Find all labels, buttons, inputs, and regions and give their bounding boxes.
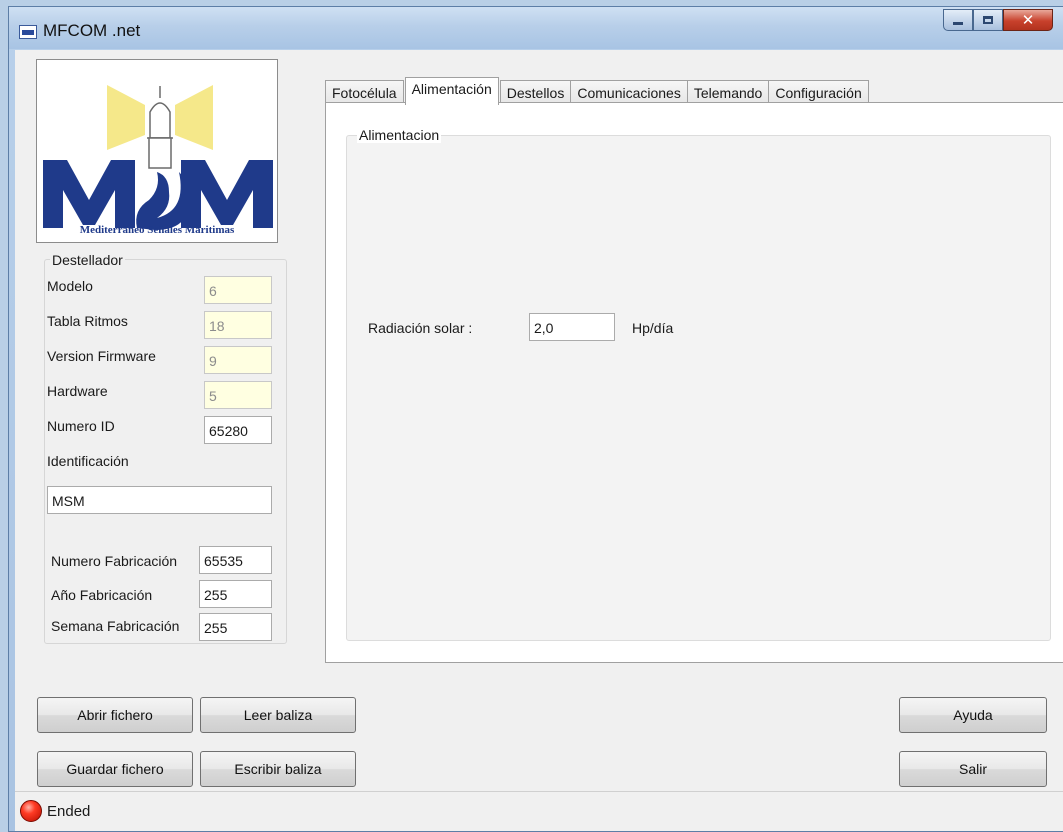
alimentacion-legend: Alimentacion (357, 127, 442, 143)
tab-configuracion[interactable]: Configuración (768, 80, 869, 104)
semana-fabricacion-label: Semana Fabricación (51, 618, 180, 634)
tab-telemando[interactable]: Telemando (686, 80, 770, 104)
modelo-field[interactable]: 6 (204, 276, 272, 304)
abrir-fichero-button[interactable]: Abrir fichero (37, 697, 193, 733)
version-firmware-field[interactable]: 9 (204, 346, 272, 374)
caption-buttons: ✕ (943, 9, 1053, 31)
ayuda-button[interactable]: Ayuda (899, 697, 1047, 733)
main-window: MFCOM .net ✕ Mediterráneo Señales Mariti… (8, 6, 1063, 832)
hardware-field[interactable]: 5 (204, 381, 272, 409)
numero-fabricacion-field[interactable]: 65535 (199, 546, 272, 574)
radiacion-solar-unit: Hp/día (632, 320, 674, 336)
tabla-ritmos-field[interactable]: 18 (204, 311, 272, 339)
client-area: Mediterráneo Señales Maritimas Destellad… (15, 50, 1063, 831)
numero-id-field[interactable]: 65280 (204, 416, 272, 444)
tab-fotocelula[interactable]: Fotocélula (325, 80, 404, 104)
tabla-ritmos-label: Tabla Ritmos (47, 313, 128, 329)
title-bar[interactable]: MFCOM .net ✕ (9, 7, 1063, 49)
logo: Mediterráneo Señales Maritimas (36, 59, 278, 243)
modelo-label: Modelo (47, 278, 93, 294)
alimentacion-group: Alimentacion Radiación solar : 2,0 Hp/dí… (346, 127, 1051, 641)
close-button[interactable]: ✕ (1003, 9, 1053, 31)
destellador-legend: Destellador (50, 252, 125, 268)
semana-fabricacion-field[interactable]: 255 (199, 613, 272, 641)
identificacion-field[interactable]: MSM (47, 486, 272, 514)
tab-comunicaciones[interactable]: Comunicaciones (570, 80, 688, 104)
maximize-button[interactable] (973, 9, 1003, 31)
radiacion-solar-field[interactable]: 2,0 (529, 313, 615, 341)
leer-baliza-button[interactable]: Leer baliza (200, 697, 356, 733)
version-firmware-label: Version Firmware (47, 348, 156, 364)
salir-button[interactable]: Salir (899, 751, 1047, 787)
window-title: MFCOM .net (43, 21, 141, 40)
close-icon: ✕ (1021, 12, 1035, 29)
maximize-icon (983, 16, 993, 24)
status-led-icon (20, 800, 42, 822)
hardware-label: Hardware (47, 383, 108, 399)
anio-fabricacion-label: Año Fabricación (51, 587, 153, 603)
minimize-icon (953, 21, 963, 25)
identificacion-label: Identificación (47, 453, 129, 469)
alimentacion-tab-page: Alimentacion Radiación solar : 2,0 Hp/dí… (325, 102, 1063, 663)
escribir-baliza-button[interactable]: Escribir baliza (200, 751, 356, 787)
tab-destellos[interactable]: Destellos (499, 80, 572, 104)
numero-fabricacion-label: Numero Fabricación (51, 553, 178, 569)
numero-id-label: Numero ID (47, 418, 115, 434)
logo-graphic (43, 85, 273, 230)
status-bar: Ended (15, 791, 1063, 831)
radiacion-solar-label: Radiación solar : (368, 320, 473, 336)
anio-fabricacion-field[interactable]: 255 (199, 580, 272, 608)
logo-caption: Mediterráneo Señales Maritimas (79, 224, 235, 236)
tab-alimentacion[interactable]: Alimentación (404, 77, 499, 105)
tab-strip: Fotocélula Alimentación Destellos Comuni… (325, 77, 869, 105)
guardar-fichero-button[interactable]: Guardar fichero (37, 751, 193, 787)
status-text: Ended (47, 803, 91, 820)
minimize-button[interactable] (943, 9, 973, 31)
app-icon (19, 25, 37, 39)
